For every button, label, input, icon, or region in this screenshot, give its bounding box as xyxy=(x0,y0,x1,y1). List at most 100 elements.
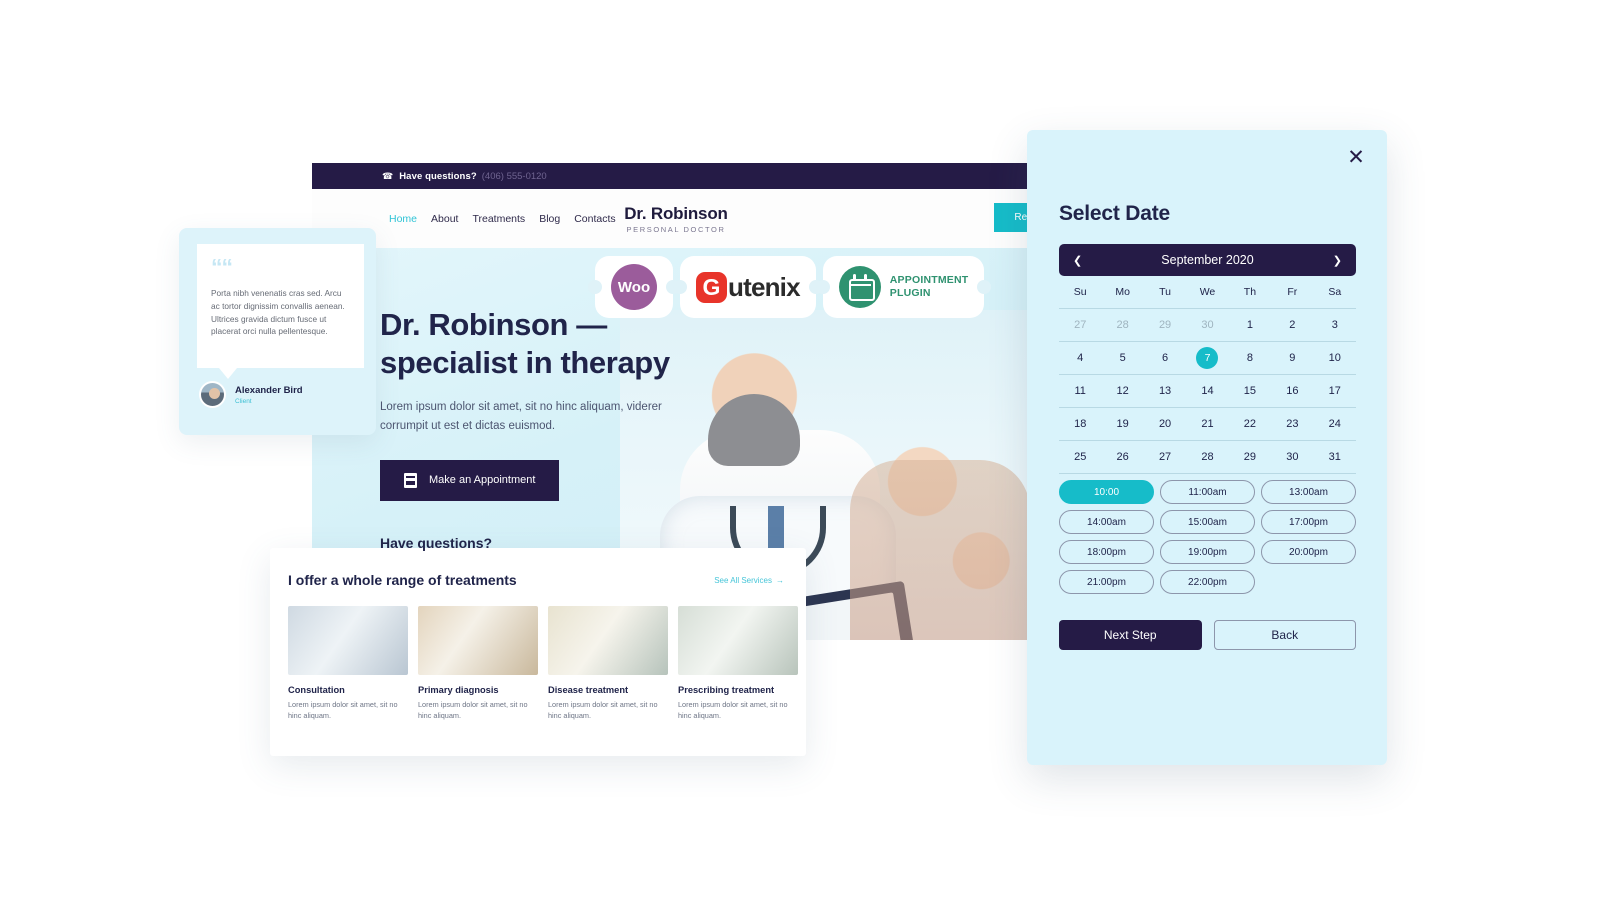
gutenix-logo-chip: G utenix xyxy=(680,256,816,318)
calendar-day[interactable]: 19 xyxy=(1101,408,1143,440)
calendar-week-row: 11 12 13 14 15 16 17 xyxy=(1059,374,1356,407)
calendar-day[interactable]: 23 xyxy=(1271,408,1313,440)
calendar-day[interactable]: 14 xyxy=(1186,375,1228,407)
chevron-left-icon[interactable]: ❮ xyxy=(1073,254,1082,267)
chevron-right-icon[interactable]: ❯ xyxy=(1333,254,1342,267)
calendar-day[interactable]: 6 xyxy=(1144,342,1186,374)
treatment-description: Lorem ipsum dolor sit amet, sit no hinc … xyxy=(678,700,788,720)
time-slot-button[interactable]: 14:00am xyxy=(1059,510,1154,534)
calendar-day[interactable]: 27 xyxy=(1059,309,1101,341)
weekday-label: Mo xyxy=(1115,286,1130,298)
have-questions-heading: Have questions? xyxy=(380,534,493,551)
treatment-card[interactable]: Prescribing treatment Lorem ipsum dolor … xyxy=(678,606,798,722)
treatment-card[interactable]: Consultation Lorem ipsum dolor sit amet,… xyxy=(288,606,408,722)
calendar-day[interactable]: 9 xyxy=(1271,342,1313,374)
testimonial-author-role: Client xyxy=(235,397,252,405)
treatment-title: Consultation xyxy=(288,685,345,695)
calendar-day[interactable]: 28 xyxy=(1101,309,1143,341)
time-slot-button[interactable]: 21:00pm xyxy=(1059,570,1154,594)
make-an-appointment-button[interactable]: Make an Appointment xyxy=(380,459,560,501)
calendar-day[interactable]: 25 xyxy=(1059,441,1101,473)
treatment-thumbnail xyxy=(678,606,798,675)
time-slot-button[interactable]: 17:00pm xyxy=(1261,510,1356,534)
calendar-day-selected[interactable]: 7 xyxy=(1186,342,1228,374)
gutenix-g-mark: G xyxy=(696,271,727,303)
testimonial-author-info: Alexander Bird Client xyxy=(235,385,303,405)
calendar-day[interactable]: 18 xyxy=(1059,408,1101,440)
treatment-card[interactable]: Primary diagnosis Lorem ipsum dolor sit … xyxy=(418,606,538,722)
calendar-day[interactable]: 5 xyxy=(1101,342,1143,374)
treatment-thumbnail xyxy=(288,606,408,675)
calendar-day[interactable]: 21 xyxy=(1186,408,1228,440)
calendar-day[interactable]: 17 xyxy=(1314,375,1356,407)
calendar-day[interactable]: 4 xyxy=(1059,342,1101,374)
calendar-day[interactable]: 3 xyxy=(1314,309,1356,341)
calendar-day[interactable]: 26 xyxy=(1101,441,1143,473)
avatar xyxy=(199,381,226,408)
treatment-description: Lorem ipsum dolor sit amet, sit no hinc … xyxy=(548,700,658,720)
calendar-day[interactable]: 24 xyxy=(1314,408,1356,440)
calendar-day[interactable]: 10 xyxy=(1314,342,1356,374)
calendar-day[interactable]: 30 xyxy=(1186,309,1228,341)
time-slot-button[interactable]: 15:00am xyxy=(1160,510,1255,534)
site-topbar: ☎ Have questions? (406) 555-0120 xyxy=(312,163,1040,189)
calendar-day[interactable]: 16 xyxy=(1271,375,1313,407)
calendar-day[interactable]: 8 xyxy=(1229,342,1271,374)
topbar-phone-number[interactable]: (406) 555-0120 xyxy=(482,171,547,182)
calendar-day[interactable]: 13 xyxy=(1144,375,1186,407)
nav-item-treatments[interactable]: Treatments xyxy=(472,213,525,225)
treatment-description: Lorem ipsum dolor sit amet, sit no hinc … xyxy=(418,700,528,720)
calendar-day-selected-label: 7 xyxy=(1196,347,1219,369)
calendar-day[interactable]: 31 xyxy=(1314,441,1356,473)
calendar-day[interactable]: 11 xyxy=(1059,375,1101,407)
calendar-day[interactable]: 29 xyxy=(1144,309,1186,341)
back-button[interactable]: Back xyxy=(1213,620,1356,650)
calendar-day[interactable]: 30 xyxy=(1271,441,1313,473)
time-slot-button[interactable]: 19:00pm xyxy=(1160,540,1255,564)
topbar-label: Have questions? xyxy=(399,170,477,182)
treatment-card[interactable]: Disease treatment Lorem ipsum dolor sit … xyxy=(548,606,668,722)
gutenix-logo: G utenix xyxy=(696,271,801,303)
nav-item-about[interactable]: About xyxy=(431,213,458,225)
calendar-day[interactable]: 22 xyxy=(1229,408,1271,440)
treatments-grid: Consultation Lorem ipsum dolor sit amet,… xyxy=(286,606,798,722)
time-slot-button[interactable]: 22:00pm xyxy=(1160,570,1255,594)
calendar-weekday-row: Su Mo Tu We Th Fr Sa xyxy=(1059,282,1356,308)
nav-item-contacts[interactable]: Contacts xyxy=(574,213,615,225)
site-brand: Dr. Robinson PERSONAL DOCTOR xyxy=(624,204,728,234)
weekday-label: Th xyxy=(1243,286,1257,298)
calendar-day[interactable]: 15 xyxy=(1229,375,1271,407)
time-slot-button[interactable]: 18:00pm xyxy=(1059,540,1154,564)
select-date-modal: ✕ Select Date ❮ September 2020 ❯ Su Mo T… xyxy=(1027,130,1387,765)
gutenix-wordmark: utenix xyxy=(728,271,801,302)
appointment-plugin-logo: APPOINTMENT PLUGIN xyxy=(838,266,969,308)
next-step-button[interactable]: Next Step xyxy=(1059,620,1202,650)
screenshot-stage: ☎ Have questions? (406) 555-0120 Home Ab… xyxy=(0,0,1600,916)
treatment-description: Lorem ipsum dolor sit amet, sit no hinc … xyxy=(288,700,398,720)
weekday-label: Su xyxy=(1073,286,1087,298)
calendar-day[interactable]: 29 xyxy=(1229,441,1271,473)
appointment-plugin-line2: PLUGIN xyxy=(889,287,931,299)
time-slot-button[interactable]: 11:00am xyxy=(1160,480,1255,504)
calendar-day[interactable]: 28 xyxy=(1186,441,1228,473)
calendar-day[interactable]: 20 xyxy=(1144,408,1186,440)
calendar-icon xyxy=(838,266,881,308)
time-slot-button[interactable]: 13:00am xyxy=(1261,480,1356,504)
calendar-pin-icon xyxy=(863,274,867,281)
main-nav: Home About Treatments Blog Contacts xyxy=(389,213,616,225)
nav-item-blog[interactable]: Blog xyxy=(539,213,560,225)
see-all-services-link[interactable]: See All Services → xyxy=(714,576,784,585)
calendar-pin-icon xyxy=(852,274,856,281)
close-icon[interactable]: ✕ xyxy=(1343,144,1369,170)
calendar-day[interactable]: 12 xyxy=(1101,375,1143,407)
nav-item-home[interactable]: Home xyxy=(389,213,417,225)
make-an-appointment-label: Make an Appointment xyxy=(429,474,536,487)
appointment-plugin-chip: APPOINTMENT PLUGIN xyxy=(822,256,985,318)
calendar-day[interactable]: 27 xyxy=(1144,441,1186,473)
appointment-plugin-line1: APPOINTMENT xyxy=(889,273,969,286)
calendar-day[interactable]: 1 xyxy=(1229,309,1271,341)
treatment-title: Disease treatment xyxy=(548,685,629,695)
time-slot-button[interactable]: 10:00 xyxy=(1059,480,1154,504)
calendar-day[interactable]: 2 xyxy=(1271,309,1313,341)
time-slot-button[interactable]: 20:00pm xyxy=(1261,540,1356,564)
